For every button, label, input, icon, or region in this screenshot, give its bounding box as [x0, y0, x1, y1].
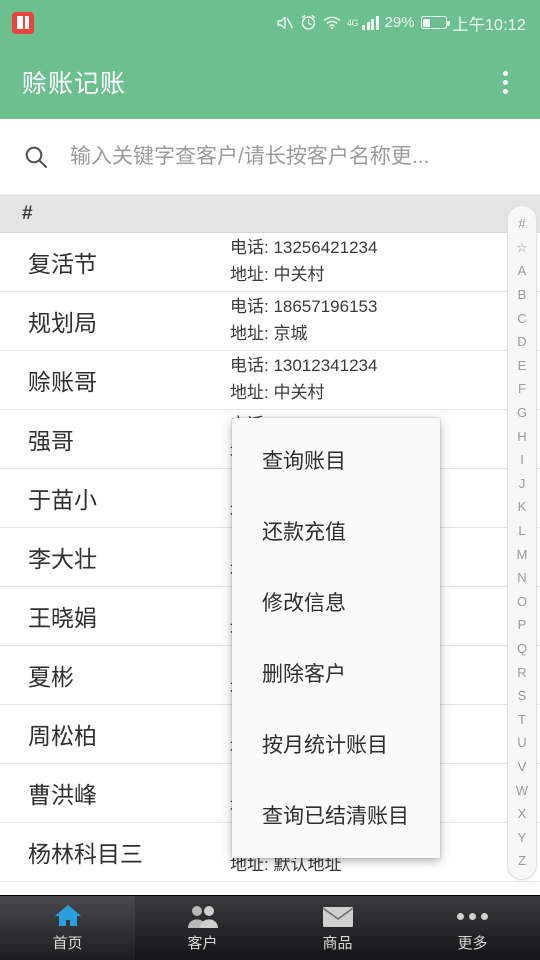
- people-icon: [186, 903, 220, 929]
- menu-item[interactable]: 删除客户: [232, 637, 440, 708]
- envelope-icon: [322, 903, 354, 929]
- nav-item-products[interactable]: 商品: [270, 896, 405, 960]
- more-dots-icon: [457, 903, 488, 929]
- nav-label-products: 商品: [322, 935, 353, 952]
- home-icon: [53, 903, 83, 929]
- menu-item[interactable]: 修改信息: [232, 566, 440, 637]
- nav-item-home[interactable]: 首页: [0, 896, 135, 960]
- customer-context-menu[interactable]: 查询账目 还款充值 修改信息 删除客户 按月统计账目 查询已结清账目: [232, 418, 440, 858]
- app-root: 4G 29% 上午10:12 赊账记账 # 复活节电话: 13256421234…: [0, 0, 540, 960]
- menu-item[interactable]: 按月统计账目: [232, 708, 440, 779]
- nav-item-more[interactable]: 更多: [405, 896, 540, 960]
- menu-item[interactable]: 查询已结清账目: [232, 779, 440, 850]
- bottom-navigation: 首页 客户 商品 更多: [0, 895, 540, 960]
- nav-label-home: 首页: [52, 935, 83, 952]
- nav-item-customers[interactable]: 客户: [135, 896, 270, 960]
- menu-item[interactable]: 还款充值: [232, 495, 440, 566]
- menu-item[interactable]: 查询账目: [232, 424, 440, 495]
- nav-label-customers: 客户: [187, 935, 218, 952]
- nav-label-more: 更多: [457, 935, 488, 952]
